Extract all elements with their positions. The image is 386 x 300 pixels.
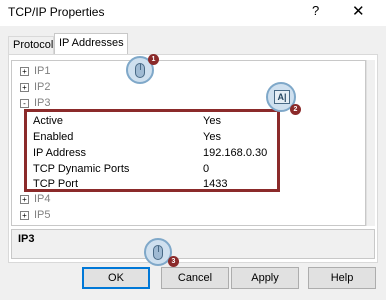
property-row[interactable]: Enabled Yes	[33, 131, 273, 145]
expand-icon[interactable]: +	[20, 194, 29, 204]
property-value[interactable]: Yes	[203, 115, 221, 127]
cancel-button[interactable]: Cancel	[161, 267, 229, 289]
property-value[interactable]: Yes	[203, 131, 221, 143]
tree-item-label: IP2	[34, 81, 51, 94]
step-badge-3: 3	[168, 256, 179, 267]
tree-item-label: IP1	[34, 65, 51, 78]
tab-panel: + IP1 + IP2 - IP3 Active Yes Enabled Yes IP…	[8, 54, 378, 263]
tab-ip-addresses[interactable]: IP Addresses	[54, 33, 128, 55]
expand-icon[interactable]: +	[20, 210, 29, 220]
description-box: IP3	[11, 229, 375, 259]
tree-item-label: IP5	[34, 209, 51, 222]
property-row[interactable]: TCP Dynamic Ports 0	[33, 163, 273, 177]
text-cursor-icon: A|	[274, 90, 290, 104]
property-key: Enabled	[33, 131, 74, 143]
ok-button[interactable]: OK	[82, 267, 150, 289]
property-row[interactable]: TCP Port 1433	[33, 178, 273, 192]
property-value[interactable]: 192.168.0.30	[203, 147, 267, 159]
title-bar: TCP/IP Properties ? ✕	[0, 0, 386, 26]
tree-item-ip2[interactable]: + IP2	[20, 81, 51, 95]
property-row[interactable]: IP Address 192.168.0.30	[33, 147, 273, 161]
window-title: TCP/IP Properties	[8, 5, 105, 19]
expand-icon[interactable]: +	[20, 82, 29, 92]
tree-item-ip4[interactable]: + IP4	[20, 193, 51, 207]
property-value[interactable]: 0	[203, 163, 209, 175]
property-key: TCP Dynamic Ports	[33, 163, 130, 175]
tree-item-label: IP4	[34, 193, 51, 206]
step-badge-2: 2	[290, 104, 301, 115]
description-title: IP3	[18, 233, 35, 245]
mouse-icon	[135, 63, 145, 78]
mouse-icon	[153, 245, 163, 260]
expand-icon[interactable]: +	[20, 66, 29, 76]
apply-button[interactable]: Apply	[231, 267, 299, 289]
property-tree[interactable]: + IP1 + IP2 - IP3 Active Yes Enabled Yes IP…	[11, 60, 366, 226]
collapse-icon[interactable]: -	[20, 98, 29, 108]
tree-scrollbar[interactable]	[366, 60, 375, 226]
step-badge-1: 1	[148, 54, 159, 65]
property-value[interactable]: 1433	[203, 178, 227, 190]
property-key: IP Address	[33, 147, 86, 159]
tree-item-label: IP3	[34, 97, 51, 110]
tree-item-ip1[interactable]: + IP1	[20, 65, 51, 79]
property-key: TCP Port	[33, 178, 79, 190]
tab-protocol[interactable]: Protocol	[8, 36, 54, 55]
property-row[interactable]: Active Yes	[33, 115, 273, 129]
tree-item-ip5[interactable]: + IP5	[20, 209, 51, 223]
property-key: Active	[33, 115, 63, 127]
ip3-properties-highlight: Active Yes Enabled Yes IP Address 192.16…	[24, 109, 280, 192]
close-icon[interactable]: ✕	[352, 2, 365, 20]
help-icon[interactable]: ?	[312, 3, 319, 18]
help-button[interactable]: Help	[308, 267, 376, 289]
